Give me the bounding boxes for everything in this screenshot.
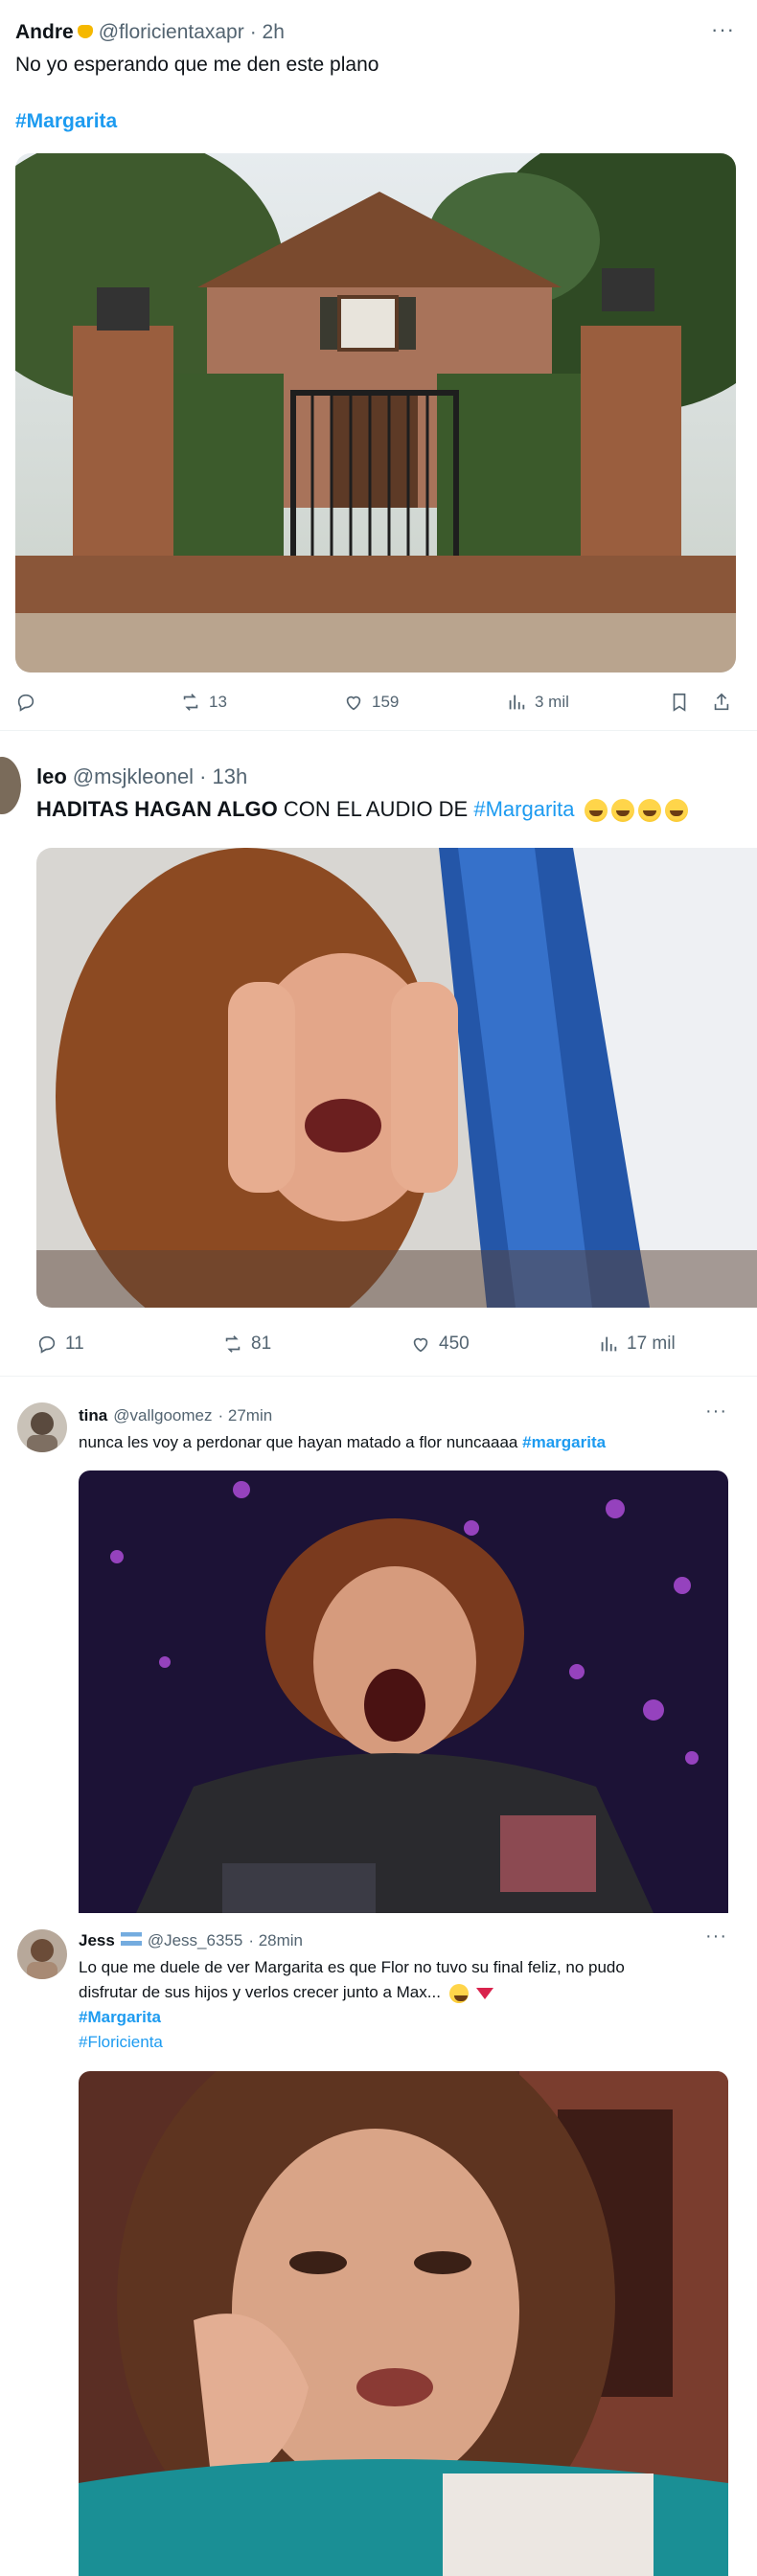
share-button[interactable]	[711, 692, 732, 713]
crying-girl-image	[79, 2071, 728, 2576]
heart-icon	[346, 695, 361, 711]
post-leo: leo @msjkleonel · 13h HADITAS HAGAN ALGO…	[0, 738, 757, 1370]
crying-emoji-icon	[637, 799, 661, 823]
post-hashtag[interactable]: #Floricienta	[79, 2033, 163, 2052]
post-text-bold: HADITAS HAGAN ALGO	[36, 797, 278, 821]
retweet-icon	[225, 1335, 241, 1353]
post-text: No yo esperando que me den este plano	[15, 54, 379, 76]
author-name[interactable]: Jess	[79, 1931, 115, 1950]
view-count: 3 mil	[535, 693, 569, 711]
post-time[interactable]: · 2h	[250, 21, 285, 44]
retweet-button[interactable]: 13	[180, 692, 227, 713]
avatar[interactable]	[17, 1402, 67, 1452]
post-text-line-2: disfrutar de sus hijos y verlos crecer j…	[79, 1983, 494, 2003]
post-tina: tina @vallgoomez · 27min ··· nunca les v…	[0, 1379, 757, 1916]
heart-icon	[413, 1337, 428, 1353]
share-icon	[714, 693, 729, 711]
screaming-woman-image	[79, 1470, 728, 1913]
post-image-crying-woman[interactable]	[36, 848, 757, 1308]
post-time[interactable]: · 28min	[248, 1931, 303, 1950]
author-handle[interactable]: @vallgoomez	[113, 1406, 212, 1425]
author-handle[interactable]: @msjkleonel	[73, 764, 194, 789]
crying-emoji-icon	[664, 799, 688, 823]
post-hashtag[interactable]: #Margarita	[79, 2008, 161, 2027]
post-andre: Andre @floricientaxapr · 2h ··· No yo es…	[0, 0, 757, 728]
divider	[0, 730, 757, 731]
crying-emoji-icon	[448, 1983, 469, 2003]
retweet-count: 81	[251, 1334, 272, 1354]
post-actions: 13 159 3 mil	[0, 688, 757, 717]
argentina-flag-icon	[120, 1932, 142, 1946]
divider	[0, 1376, 757, 1377]
views-chart-icon	[601, 1336, 617, 1352]
post-actions: 11 81 450 17 mil	[0, 1330, 757, 1358]
post-text: HADITAS HAGAN ALGO CON EL AUDIO DE #Marg…	[36, 797, 688, 823]
post-text: nunca les voy a perdonar que hayan matad…	[79, 1433, 606, 1452]
post-text-rest: CON EL AUDIO DE	[283, 797, 469, 821]
author-name[interactable]: leo	[36, 764, 67, 789]
yellow-heart-icon	[77, 25, 93, 38]
post-image-house[interactable]	[15, 153, 736, 672]
reply-icon	[17, 694, 34, 712]
retweet-button[interactable]: 81	[222, 1334, 271, 1355]
like-button[interactable]: 450	[410, 1334, 470, 1355]
reply-button[interactable]	[15, 692, 36, 713]
post-header: tina @vallgoomez · 27min	[79, 1406, 272, 1425]
views-button[interactable]: 3 mil	[506, 692, 569, 713]
more-options-icon[interactable]: ···	[711, 17, 735, 42]
crying-woman-image	[36, 848, 757, 1308]
post-header: Andre @floricientaxapr · 2h	[15, 21, 285, 44]
house-gate-image	[15, 153, 736, 672]
more-options-icon[interactable]: ···	[705, 1401, 727, 1423]
crying-emoji-icon	[584, 799, 608, 823]
reply-button[interactable]: 11	[36, 1334, 84, 1355]
post-jess: Jess @Jess_6355 · 28min ··· Lo que me du…	[0, 1916, 757, 2576]
post-hashtag[interactable]: #Margarita	[15, 110, 117, 133]
bookmark-icon	[673, 693, 686, 712]
author-name[interactable]: Andre	[15, 21, 74, 44]
crying-emoji-icon	[610, 799, 634, 823]
like-button[interactable]: 159	[343, 692, 399, 713]
reply-icon	[38, 1335, 56, 1354]
views-chart-icon	[509, 695, 525, 710]
more-options-icon[interactable]: ···	[705, 1926, 727, 1948]
like-count: 159	[372, 693, 400, 711]
post-time[interactable]: · 27min	[218, 1406, 272, 1425]
avatar[interactable]	[0, 757, 21, 814]
retweet-count: 13	[209, 693, 227, 711]
author-handle[interactable]: @floricientaxapr	[99, 21, 244, 44]
views-button[interactable]: 17 mil	[598, 1334, 676, 1355]
reply-count: 11	[65, 1334, 84, 1354]
view-count: 17 mil	[627, 1334, 676, 1354]
post-text-line-1: Lo que me duele de ver Margarita es que …	[79, 1958, 625, 1976]
post-hashtag[interactable]: #Margarita	[473, 797, 574, 821]
avatar-image	[27, 1412, 57, 1452]
like-count: 450	[439, 1334, 470, 1354]
retweet-icon	[183, 694, 198, 711]
post-header: leo @msjkleonel · 13h	[36, 764, 247, 789]
post-text-body: nunca les voy a perdonar que hayan matad…	[79, 1433, 518, 1451]
avatar[interactable]	[17, 1929, 67, 1979]
post-image-crying-girl[interactable]	[79, 2071, 728, 2576]
post-header: Jess @Jess_6355 · 28min	[79, 1931, 303, 1950]
author-name[interactable]: tina	[79, 1406, 107, 1425]
broken-heart-icon	[476, 1987, 494, 1999]
post-time[interactable]: · 13h	[199, 764, 247, 789]
post-hashtag[interactable]: #margarita	[522, 1433, 606, 1451]
avatar-image	[27, 1939, 57, 1979]
bookmark-button[interactable]	[669, 692, 690, 713]
author-handle[interactable]: @Jess_6355	[148, 1931, 243, 1950]
post-text-body: disfrutar de sus hijos y verlos crecer j…	[79, 1983, 441, 2001]
post-image-screaming-woman[interactable]	[79, 1470, 728, 1913]
